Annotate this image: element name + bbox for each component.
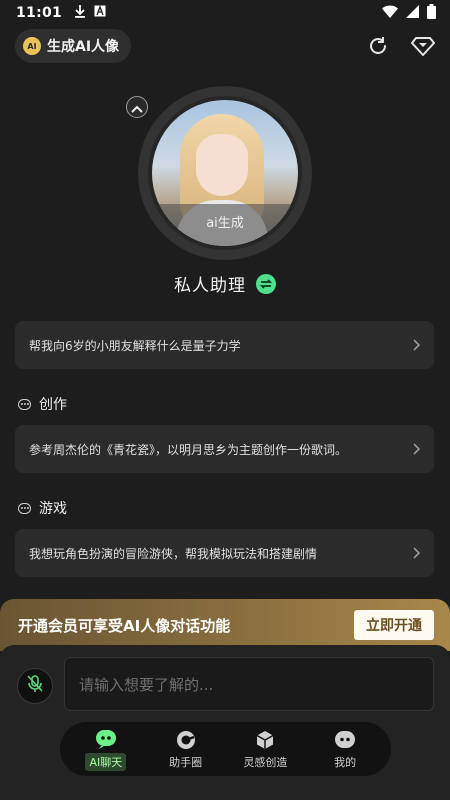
nav-item-profile[interactable]: 我的 bbox=[305, 729, 385, 770]
profile-icon bbox=[334, 729, 356, 751]
nav-item-assistant-circle[interactable]: 助手圈 bbox=[146, 729, 226, 770]
section-game: 游戏 bbox=[18, 498, 67, 518]
nav-item-inspiration[interactable]: 灵感创造 bbox=[226, 729, 306, 770]
chevron-right-icon bbox=[413, 336, 421, 355]
prompt-card-quantum[interactable]: 帮我向6岁的小朋友解释什么是量子力学 bbox=[15, 321, 434, 369]
section-creation: 创作 bbox=[18, 394, 67, 414]
nav-label: 灵感创造 bbox=[243, 755, 288, 769]
assistant-name-row: 私人助理 bbox=[0, 271, 450, 296]
cube-icon bbox=[254, 729, 276, 751]
signal-icon bbox=[406, 4, 419, 22]
chevron-up-icon bbox=[131, 98, 143, 117]
prompt-text: 参考周杰伦的《青花瓷》，以明月思乡为主题创作一份歌词。 bbox=[29, 442, 348, 457]
mic-off-icon bbox=[27, 675, 43, 697]
status-bar: 11:01 bbox=[0, 0, 450, 26]
avatar: ai生成 bbox=[152, 100, 298, 246]
prompt-text: 我想玩角色扮演的冒险游侠，帮我模拟玩法和搭建剧情 bbox=[29, 546, 318, 561]
activate-now-button[interactable]: 立即开通 bbox=[354, 610, 434, 640]
nav-label: 助手圈 bbox=[169, 755, 203, 769]
ai-badge-icon: AI bbox=[23, 37, 41, 55]
chevron-right-icon bbox=[413, 544, 421, 563]
prompt-card-roleplay[interactable]: 我想玩角色扮演的冒险游侠，帮我模拟玩法和搭建剧情 bbox=[15, 529, 434, 577]
battery-icon bbox=[427, 3, 436, 23]
section-title-creation: 创作 bbox=[39, 397, 67, 413]
generate-ai-portrait-label: 生成AI人像 bbox=[47, 39, 120, 55]
prompt-card-lyrics[interactable]: 参考周杰伦的《青花瓷》，以明月思乡为主题创作一份歌词。 bbox=[15, 425, 434, 473]
nav-label: AI聊天 bbox=[85, 752, 127, 771]
chevron-right-icon bbox=[413, 440, 421, 459]
voice-input-button[interactable] bbox=[17, 668, 53, 704]
collapse-button[interactable] bbox=[126, 96, 148, 118]
nav-label: 我的 bbox=[334, 755, 357, 769]
status-time: 11:01 bbox=[16, 5, 63, 21]
chat-bubble-icon bbox=[18, 502, 31, 514]
vip-diamond-icon[interactable] bbox=[411, 35, 435, 57]
bottom-nav: AI聊天 助手圈 灵感创造 我的 bbox=[60, 722, 391, 776]
wifi-icon bbox=[382, 5, 398, 22]
section-title-game: 游戏 bbox=[39, 501, 67, 517]
notification-a-icon bbox=[94, 5, 106, 21]
prompt-text: 帮我向6岁的小朋友解释什么是量子力学 bbox=[29, 338, 241, 353]
vip-banner-text: 开通会员可享受AI人像对话功能 bbox=[18, 616, 231, 635]
download-icon bbox=[74, 4, 86, 22]
switch-assistant-icon[interactable] bbox=[256, 273, 276, 294]
assistant-name: 私人助理 bbox=[174, 276, 246, 296]
ai-generated-tag: ai生成 bbox=[152, 204, 298, 246]
chat-input-placeholder: 请输入想要了解的... bbox=[79, 675, 214, 694]
nav-item-ai-chat[interactable]: AI聊天 bbox=[66, 728, 146, 771]
generate-ai-portrait-button[interactable]: AI 生成AI人像 bbox=[15, 29, 132, 63]
vip-banner: 开通会员可享受AI人像对话功能 立即开通 bbox=[0, 599, 450, 651]
avatar-face bbox=[196, 134, 248, 196]
chat-input[interactable]: 请输入想要了解的... bbox=[64, 657, 434, 711]
circle-icon bbox=[175, 729, 197, 751]
chat-robot-icon bbox=[95, 728, 117, 750]
top-bar: AI 生成AI人像 bbox=[15, 29, 435, 63]
chat-bubble-icon bbox=[18, 398, 31, 410]
avatar-frame[interactable]: ai生成 bbox=[138, 86, 312, 260]
refresh-icon[interactable] bbox=[367, 35, 389, 57]
